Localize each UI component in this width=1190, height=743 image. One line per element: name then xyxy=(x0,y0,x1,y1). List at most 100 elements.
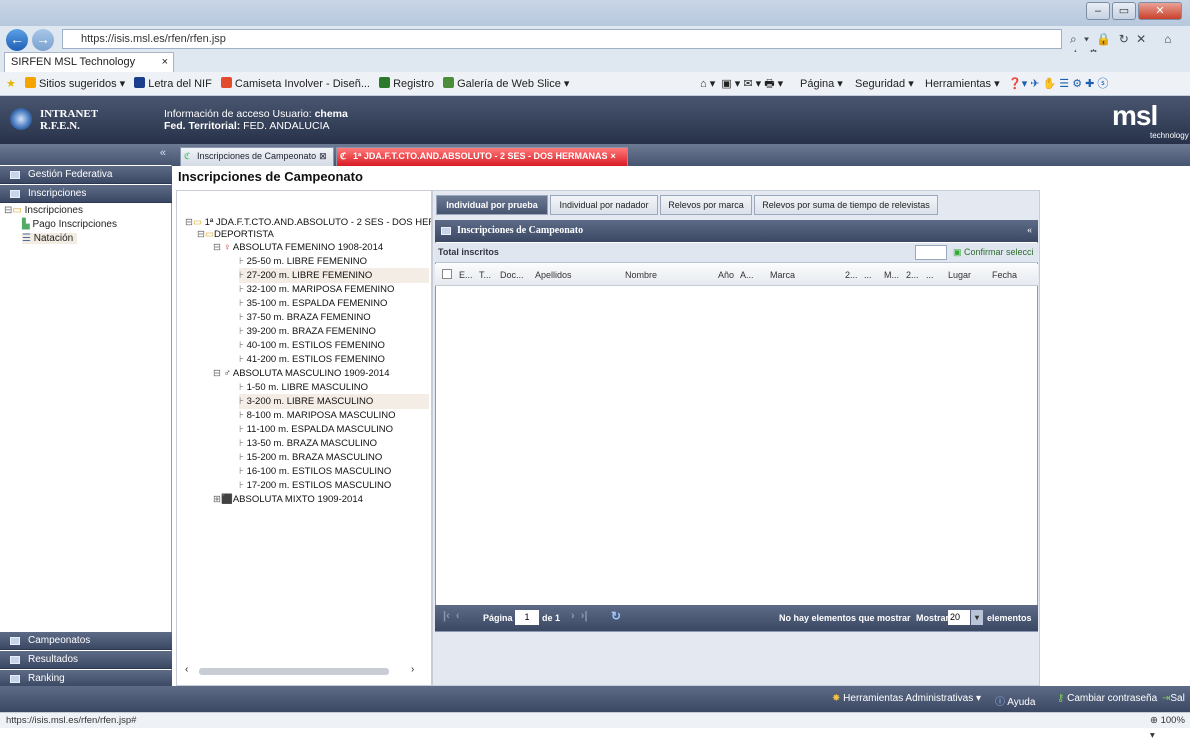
refresh-icon[interactable]: ↻ xyxy=(611,609,621,623)
toolbar-extras-icons[interactable]: ❓▾ ✈ ✋ ☰ ⚙ ✚ ⓢ xyxy=(1008,72,1108,96)
tree-event[interactable]: ⊦ 39-200 m. BRAZA FEMENINO xyxy=(239,324,376,339)
col-dots2[interactable]: ... xyxy=(926,270,934,280)
col-2a[interactable]: 2... xyxy=(845,270,858,280)
acc-inscripciones[interactable]: Inscripciones xyxy=(0,185,172,203)
tree-category[interactable]: ⊟ ♂ ABSOLUTA MASCULINO 1909-2014 xyxy=(213,366,390,381)
tab-relevos-suma[interactable]: Relevos por suma de tiempo de relevistas xyxy=(754,195,938,215)
tree-event[interactable]: ⊦ 1-50 m. LIBRE MASCULINO xyxy=(239,380,368,395)
items-label: elementos xyxy=(987,613,1032,623)
tree-event[interactable]: ⊦ 37-50 m. BRAZA FEMENINO xyxy=(239,310,371,325)
select-all-checkbox[interactable] xyxy=(442,269,452,279)
msl-logo-sub: technology xyxy=(1150,131,1189,140)
page-input[interactable]: 1 xyxy=(515,610,539,625)
mixed-icon: ⬛ xyxy=(220,494,233,505)
collapse-icon[interactable]: « xyxy=(160,147,166,159)
tree-event[interactable]: ⊦ 25-50 m. LIBRE FEMENINO xyxy=(239,254,367,269)
col-doc[interactable]: Doc... xyxy=(500,270,524,280)
event-icon: ⊦ xyxy=(239,480,244,491)
acc-resultados[interactable]: Resultados xyxy=(0,651,172,669)
fav-registro[interactable]: Registro xyxy=(379,72,434,96)
tree-pago-inscripciones[interactable]: ▙ Pago Inscripciones xyxy=(22,219,117,230)
grid-title: Inscripciones de Campeonato xyxy=(457,225,584,236)
close-window-button[interactable]: ✕ xyxy=(1138,2,1182,20)
col-fecha[interactable]: Fecha xyxy=(992,270,1017,280)
event-icon: ⊦ xyxy=(239,312,244,323)
status-url: https://isis.msl.es/rfen/rfen.jsp# xyxy=(6,715,137,726)
confirm-button[interactable]: ▣ Confirmar selecci xyxy=(953,247,1038,258)
col-nombre[interactable]: Nombre xyxy=(625,270,657,280)
tree-event[interactable]: ⊦ 13-50 m. BRAZA MASCULINO xyxy=(239,436,377,451)
tree-event[interactable]: ⊦ 11-100 m. ESPALDA MASCULINO xyxy=(239,422,393,437)
col-dots1[interactable]: ... xyxy=(864,270,872,280)
close-tab-icon[interactable]: × xyxy=(162,53,168,71)
col-marca[interactable]: Marca xyxy=(770,270,795,280)
browser-tab[interactable]: SIRFEN MSL Technology × xyxy=(4,52,174,72)
tree-event[interactable]: ⊦ 17-200 m. ESTILOS MASCULINO xyxy=(239,478,391,493)
tree-hscrollbar[interactable]: ‹ › xyxy=(185,664,419,677)
col-2b[interactable]: 2... xyxy=(906,270,919,280)
command-page[interactable]: Página ▾ xyxy=(800,72,843,96)
panel-icon xyxy=(10,171,20,179)
favorites-star-icon[interactable]: ★ xyxy=(6,72,16,96)
event-icon: ⊦ xyxy=(239,270,244,281)
tree-event[interactable]: ⊦ 35-100 m. ESPALDA FEMENINO xyxy=(239,296,387,311)
change-password-button[interactable]: ⚷ Cambiar contraseña xyxy=(1057,693,1157,704)
chevron-down-icon[interactable]: ▾ xyxy=(971,610,983,625)
maximize-button[interactable]: ▭ xyxy=(1112,2,1136,20)
col-anio[interactable]: Año xyxy=(718,270,734,280)
tab-individual-nadador[interactable]: Individual por nadador xyxy=(550,195,658,215)
tree-category[interactable]: ⊞⬛ABSOLUTA MIXTO 1909-2014 xyxy=(213,492,363,507)
tree-event[interactable]: ⊦ 41-200 m. ESTILOS FEMENINO xyxy=(239,352,385,367)
col-apellidos[interactable]: Apellidos xyxy=(535,270,572,280)
url-field[interactable]: https://isis.msl.es/rfen/rfen.jsp xyxy=(62,29,1062,49)
zoom-level[interactable]: ⊕ 100% ▾ xyxy=(1150,713,1190,743)
col-lugar[interactable]: Lugar xyxy=(948,270,971,280)
tree-inscripciones[interactable]: ⊟▭ Inscripciones xyxy=(4,205,83,216)
event-icon: ⊦ xyxy=(239,396,244,407)
col-m[interactable]: M... xyxy=(884,270,899,280)
command-security[interactable]: Seguridad ▾ xyxy=(855,72,914,96)
tab-campeonato-active[interactable]: ℭ 1ª JDA.F.T.CTO.AND.ABSOLUTO - 2 SES - D… xyxy=(336,147,628,166)
total-field[interactable] xyxy=(915,245,947,260)
tab-inscripciones[interactable]: ℭ Inscripciones de Campeonato ⊠ xyxy=(180,147,334,166)
forward-icon[interactable]: → xyxy=(32,29,54,51)
empty-message: No hay elementos que mostrar xyxy=(779,613,911,623)
back-icon[interactable]: ← xyxy=(6,29,28,51)
tree-event[interactable]: ⊦ 16-100 m. ESTILOS MASCULINO xyxy=(239,464,391,479)
help-button[interactable]: ⓘ Ayuda xyxy=(995,693,1035,708)
scroll-left-icon: ‹ xyxy=(185,664,189,675)
tree-event[interactable]: ⊦ 15-200 m. BRAZA MASCULINO xyxy=(239,450,382,465)
acc-gestion-federativa[interactable]: Gestión Federativa xyxy=(0,166,172,184)
tree-category[interactable]: ⊟ ♀ ABSOLUTA FEMENINO 1908-2014 xyxy=(213,240,383,255)
tab-relevos-marca[interactable]: Relevos por marca xyxy=(660,195,752,215)
minimize-button[interactable]: – xyxy=(1086,2,1110,20)
tree-event[interactable]: ⊦ 32-100 m. MARIPOSA FEMENINO xyxy=(239,282,394,297)
col-t[interactable]: T... xyxy=(479,270,491,280)
browser-tab-row: SIRFEN MSL Technology × xyxy=(0,52,1190,72)
fav-galeria[interactable]: Galería de Web Slice ▾ xyxy=(443,72,569,96)
link-icon xyxy=(134,77,146,88)
fav-camiseta[interactable]: Camiseta Involver - Diseñ... xyxy=(220,72,370,96)
app-footer: ✸ Herramientas Administrativas ▾ ⓘ Ayuda… xyxy=(0,686,1190,712)
fav-letra[interactable]: Letra del NIF xyxy=(134,72,212,96)
col-a[interactable]: A... xyxy=(740,270,754,280)
tab-individual-prueba[interactable]: Individual por prueba xyxy=(436,195,548,215)
left-panel-header: « xyxy=(0,144,172,165)
acc-campeonatos[interactable]: Campeonatos xyxy=(0,632,172,650)
close-tab-icon: × xyxy=(610,151,616,161)
command-home-icon[interactable]: ⌂ ▾ ▣ ▾ ✉ ▾ 🖶 ▾ xyxy=(700,72,783,96)
tree-event[interactable]: ⊦ 3-200 m. LIBRE MASCULINO xyxy=(239,394,429,409)
tree-event[interactable]: ⊦ 8-100 m. MARIPOSA MASCULINO xyxy=(239,408,395,423)
collapse-icon[interactable]: « xyxy=(1027,220,1032,242)
pager-nav-next-icons[interactable]: › ›| xyxy=(571,610,588,622)
pager-nav-prev-icons[interactable]: |‹ ‹ xyxy=(443,610,460,622)
fav-sitios[interactable]: Sitios sugeridos ▾ xyxy=(24,72,125,96)
exit-button[interactable]: ⇥Sal xyxy=(1162,693,1185,704)
tree-event[interactable]: ⊦ 27-200 m. LIBRE FEMENINO xyxy=(239,268,429,283)
tree-natacion[interactable]: ☰ Natación xyxy=(22,233,78,244)
command-tools[interactable]: Herramientas ▾ xyxy=(925,72,1000,96)
col-e[interactable]: E... xyxy=(459,270,473,280)
page-size-select[interactable]: 20 xyxy=(948,610,970,625)
tree-event[interactable]: ⊦ 40-100 m. ESTILOS FEMENINO xyxy=(239,338,385,353)
admin-tools-button[interactable]: ✸ Herramientas Administrativas ▾ xyxy=(832,693,981,704)
